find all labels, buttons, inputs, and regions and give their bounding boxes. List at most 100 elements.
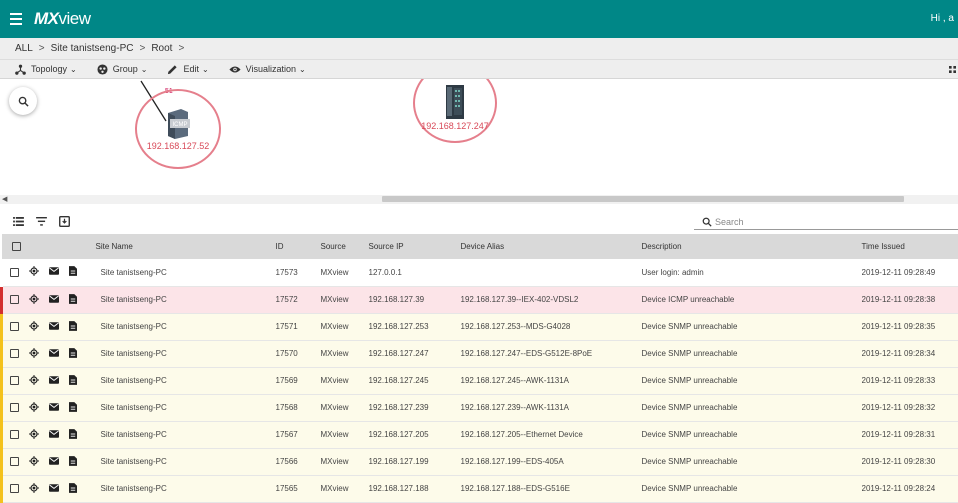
mail-icon[interactable]	[49, 430, 59, 440]
cell-time-issued: 2019-12-11 09:28:38	[862, 286, 958, 313]
table-row[interactable]: Site tanistseng-PC17572MXview192.168.127…	[2, 286, 958, 313]
mail-icon[interactable]	[49, 267, 59, 277]
node-ip: 192.168.127.52	[147, 141, 210, 151]
cell-time-issued: 2019-12-11 09:28:34	[862, 340, 958, 367]
table-row[interactable]: Site tanistseng-PC17566MXview192.168.127…	[2, 448, 958, 475]
chevron-down-icon: ⌄	[141, 65, 148, 74]
topology-canvas[interactable]: .51 ICMP 192.168.127.52 192.168.127.247	[0, 79, 958, 197]
mail-icon[interactable]	[49, 322, 59, 332]
cell-source-ip: 192.168.127.199	[369, 448, 461, 475]
topology-menu[interactable]: Topology⌄	[15, 64, 77, 75]
icmp-device-icon: ICMP	[165, 107, 191, 139]
cell-source: MXview	[321, 313, 369, 340]
table-row[interactable]: Site tanistseng-PC17569MXview192.168.127…	[2, 367, 958, 394]
breadcrumb-site[interactable]: Site tanistseng-PC	[51, 43, 134, 54]
col-id[interactable]: ID	[276, 234, 321, 259]
cell-time-issued: 2019-12-11 09:28:24	[862, 475, 958, 502]
locate-icon[interactable]	[29, 348, 39, 360]
table-row[interactable]: Site tanistseng-PC17568MXview192.168.127…	[2, 394, 958, 421]
edit-menu[interactable]: Edit⌄	[167, 64, 208, 75]
locate-icon[interactable]	[29, 456, 39, 468]
document-icon[interactable]	[69, 266, 77, 278]
menu-icon[interactable]	[10, 10, 28, 28]
col-description[interactable]: Description	[642, 234, 862, 259]
mail-icon[interactable]	[49, 457, 59, 467]
select-all-header[interactable]	[2, 234, 96, 259]
document-icon[interactable]	[69, 348, 77, 360]
select-all-checkbox[interactable]	[12, 242, 21, 251]
row-checkbox[interactable]	[10, 268, 19, 277]
col-device-alias[interactable]: Device Alias	[461, 234, 642, 259]
mail-icon[interactable]	[49, 376, 59, 386]
col-source-ip[interactable]: Source IP	[369, 234, 461, 259]
row-checkbox[interactable]	[10, 484, 19, 493]
locate-icon[interactable]	[29, 483, 39, 495]
locate-icon[interactable]	[29, 294, 39, 306]
col-source[interactable]: Source	[321, 234, 369, 259]
visualization-menu[interactable]: Visualization⌄	[229, 64, 306, 74]
document-icon[interactable]	[69, 429, 77, 441]
row-checkbox[interactable]	[10, 322, 19, 331]
cell-source-ip: 192.168.127.253	[369, 313, 461, 340]
device-node-switch[interactable]: 192.168.127.247	[413, 79, 497, 143]
cell-description: Device ICMP unreachable	[642, 286, 862, 313]
row-checkbox[interactable]	[10, 376, 19, 385]
cell-source-ip: 127.0.0.1	[369, 259, 461, 286]
table-row[interactable]: Site tanistseng-PC17567MXview192.168.127…	[2, 421, 958, 448]
document-icon[interactable]	[69, 402, 77, 414]
col-site-name[interactable]: Site Name	[96, 234, 276, 259]
locate-icon[interactable]	[29, 321, 39, 333]
row-checkbox[interactable]	[10, 430, 19, 439]
group-label: Group	[113, 64, 138, 74]
cell-time-issued: 2019-12-11 09:28:31	[862, 421, 958, 448]
grid-view-icon[interactable]	[949, 65, 956, 75]
col-time-issued[interactable]: Time Issued	[862, 234, 958, 259]
locate-icon[interactable]	[29, 375, 39, 387]
row-actions-cell	[2, 475, 96, 502]
export-icon[interactable]	[59, 216, 70, 227]
document-icon[interactable]	[69, 456, 77, 468]
cell-site-name: Site tanistseng-PC	[96, 367, 276, 394]
table-row[interactable]: Site tanistseng-PC17571MXview192.168.127…	[2, 313, 958, 340]
row-checkbox[interactable]	[10, 349, 19, 358]
table-row[interactable]: Site tanistseng-PC17570MXview192.168.127…	[2, 340, 958, 367]
table-row[interactable]: Site tanistseng-PC17565MXview192.168.127…	[2, 475, 958, 502]
horizontal-scrollbar[interactable]: ◀	[0, 195, 958, 204]
document-icon[interactable]	[69, 483, 77, 495]
scroll-left-icon[interactable]: ◀	[2, 195, 7, 203]
cell-description: Device SNMP unreachable	[642, 394, 862, 421]
cell-description: Device SNMP unreachable	[642, 313, 862, 340]
locate-icon[interactable]	[29, 402, 39, 414]
table-row[interactable]: Site tanistseng-PC17573MXview127.0.0.1Us…	[2, 259, 958, 286]
chevron-down-icon: ⌄	[202, 65, 209, 74]
cell-description: Device SNMP unreachable	[642, 448, 862, 475]
user-greeting[interactable]: Hi , a	[931, 13, 954, 24]
mail-icon[interactable]	[49, 295, 59, 305]
event-search-input[interactable]: Search	[694, 214, 958, 230]
document-icon[interactable]	[69, 321, 77, 333]
document-icon[interactable]	[69, 375, 77, 387]
row-checkbox[interactable]	[10, 295, 19, 304]
breadcrumb-root[interactable]: Root	[151, 43, 172, 54]
cell-site-name: Site tanistseng-PC	[96, 394, 276, 421]
mail-icon[interactable]	[49, 349, 59, 359]
filter-icon[interactable]	[36, 217, 47, 226]
group-icon	[97, 64, 108, 75]
row-checkbox[interactable]	[10, 457, 19, 466]
locate-icon[interactable]	[29, 266, 39, 278]
cell-id: 17565	[276, 475, 321, 502]
breadcrumb: ALL > Site tanistseng-PC > Root >	[0, 38, 958, 59]
app-header: MXview Hi , a	[0, 0, 958, 38]
group-menu[interactable]: Group⌄	[97, 64, 148, 75]
list-view-icon[interactable]	[13, 217, 24, 226]
search-button[interactable]	[9, 87, 37, 115]
mail-icon[interactable]	[49, 484, 59, 494]
breadcrumb-all[interactable]: ALL	[15, 43, 33, 54]
row-checkbox[interactable]	[10, 403, 19, 412]
mail-icon[interactable]	[49, 403, 59, 413]
locate-icon[interactable]	[29, 429, 39, 441]
scroll-thumb[interactable]	[382, 196, 904, 202]
document-icon[interactable]	[69, 294, 77, 306]
node-ip: 192.168.127.247	[421, 121, 489, 131]
device-node-icmp[interactable]: ICMP 192.168.127.52	[135, 89, 221, 169]
